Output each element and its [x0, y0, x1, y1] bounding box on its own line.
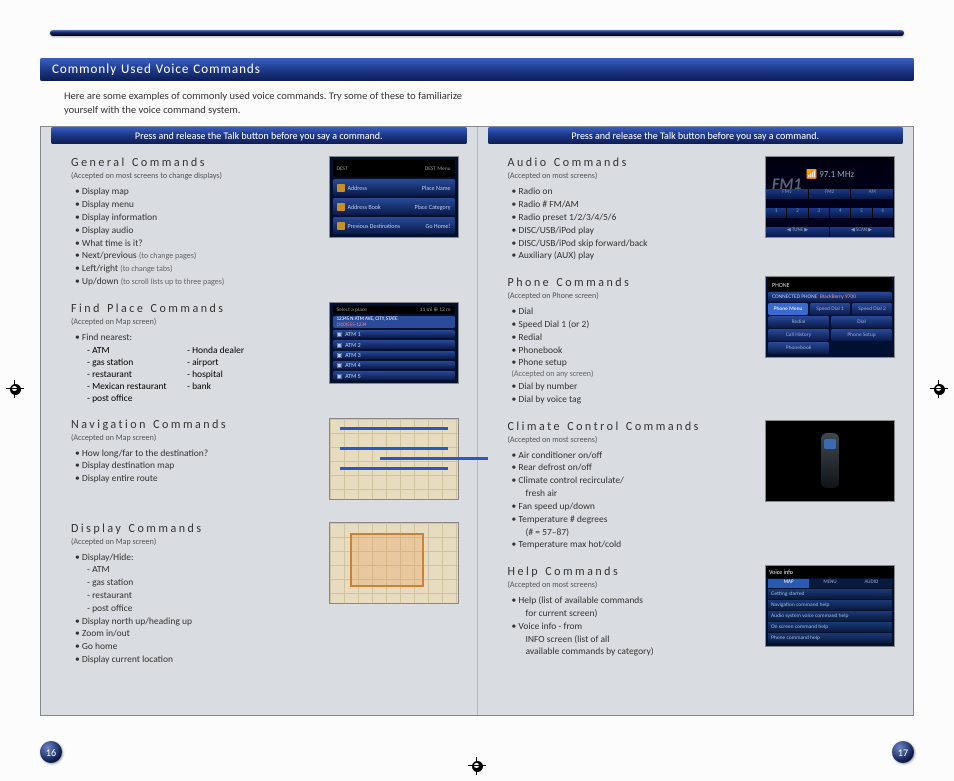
cmd-item: Radio on: [512, 185, 712, 198]
cmd-cont: available commands by category): [512, 645, 712, 658]
sub-item: airport: [187, 356, 287, 368]
find-subgrid: ATM Honda dealer gas station airport res…: [71, 344, 287, 404]
find-list: Find nearest:: [71, 331, 275, 344]
cmd-item: Zoom in/out: [75, 627, 275, 640]
sub-item: Honda dealer: [187, 344, 287, 356]
right-column: Press and release the Talk button before…: [478, 127, 914, 715]
cmd-item: Radio # FM/AM: [512, 198, 712, 211]
nav-list: How long/far to the destination? Display…: [71, 447, 275, 485]
sub-item: ATM: [87, 344, 187, 356]
page-number-right: 17: [892, 741, 914, 763]
help-list: Help (list of available commands for cur…: [508, 594, 712, 658]
cmd-item: Dial: [512, 305, 712, 318]
cmd-item: Radio preset 1/2/3/4/5/6: [512, 211, 712, 224]
sub-item: post office: [75, 602, 275, 615]
cmd-item: Temperature max hot/cold: [512, 538, 712, 551]
sub-item: post office: [87, 392, 187, 404]
disp-list: Display/Hide: ATM gas station restaurant…: [71, 551, 275, 666]
cmd-item: Display entire route: [75, 472, 275, 485]
cmd-cont: (# = 57–87): [512, 526, 712, 539]
section-navigation: Navigation Commands (Accepted on Map scr…: [71, 418, 459, 508]
cmd-item: Next/previous (to change pages): [75, 249, 275, 262]
cmd-item: Redial: [512, 331, 712, 344]
disp-thumb: [329, 522, 459, 604]
remote-icon: [821, 433, 839, 488]
cmd-cont: for current screen): [512, 607, 712, 620]
talk-banner-right: Press and release the Talk button before…: [488, 127, 904, 144]
cmd-item: Up/down (to scroll lists up to three pag…: [75, 275, 275, 288]
sub-item: gas station: [87, 356, 187, 368]
sub-item: bank: [187, 380, 287, 392]
cmd-item: Fan speed up/down: [512, 500, 712, 513]
phone-thumb: PHONE CONNECTED PHONE BlackBerry 9700 Ph…: [765, 276, 895, 358]
section-findplace: Find Place Commands (Accepted on Map scr…: [71, 302, 459, 404]
cmd-item: Display menu: [75, 198, 275, 211]
section-phone: Phone Commands (Accepted on Phone screen…: [508, 276, 896, 405]
general-list: Display map Display menu Display informa…: [71, 185, 275, 288]
page-title-bar: Commonly Used Voice Commands: [40, 58, 914, 81]
registration-mark-icon: [6, 380, 24, 398]
cmd-item: Speed Dial 1 (or 2): [512, 318, 712, 331]
climate-list: Air conditioner on/off Rear defrost on/o…: [508, 449, 712, 552]
cmd-item: How long/far to the destination?: [75, 447, 275, 460]
cmd-item: Display destination map: [75, 459, 275, 472]
cmd-item: Dial by voice tag: [512, 393, 712, 406]
audio-thumb: 📶 97.1 MHz FM1 FM1FM2AM 123456 ◀ TUNE ▶◀…: [765, 156, 895, 238]
cmd-item: Display north up/heading up: [75, 615, 275, 628]
sub-item: gas station: [75, 576, 275, 589]
section-audio: Audio Commands (Accepted on most screens…: [508, 156, 896, 262]
sub-item: restaurant: [87, 368, 187, 380]
cmd-cont: INFO screen (list of all: [512, 633, 712, 646]
left-column: Press and release the Talk button before…: [41, 127, 477, 715]
cmd-item: Dial by number: [512, 380, 712, 393]
climate-thumb: [765, 420, 895, 502]
sub-item: ATM: [75, 563, 275, 576]
phone-list: Dial Speed Dial 1 (or 2) Redial Phoneboo…: [508, 305, 712, 405]
cmd-cont: fresh air: [512, 487, 712, 500]
cmd-item: Display information: [75, 211, 275, 224]
help-thumb: Voice info MAP MENU AUDIO Getting starte…: [765, 565, 895, 647]
cmd-item: Display current location: [75, 653, 275, 666]
cmd-item: Phone setup: [512, 356, 712, 369]
document-page: Commonly Used Voice Commands Here are so…: [0, 0, 954, 781]
page-title: Commonly Used Voice Commands: [52, 62, 261, 77]
registration-mark-icon: [468, 757, 486, 775]
cmd-item: Rear defrost on/off: [512, 461, 712, 474]
cmd-note: (Accepted on any screen): [512, 369, 712, 380]
cmd-item: Display/Hide:: [75, 551, 275, 564]
intro-text: Here are some examples of commonly used …: [64, 89, 484, 116]
cmd-item: Find nearest:: [75, 331, 275, 344]
cmd-item: Help (list of available commands: [512, 594, 712, 607]
nav-thumb: [329, 418, 459, 500]
sub-item: Mexican restaurant: [87, 380, 187, 392]
cmd-item: Voice info - from: [512, 620, 712, 633]
section-general: General Commands (Accepted on most scree…: [71, 156, 459, 288]
cmd-item: Auxiliary (AUX) play: [512, 249, 712, 262]
cmd-item: Left/right (to change tabs): [75, 262, 275, 275]
cmd-item: Air conditioner on/off: [512, 449, 712, 462]
section-display: Display Commands (Accepted on Map screen…: [71, 522, 459, 666]
cmd-item: What time is it?: [75, 237, 275, 250]
cmd-item: Climate control recirculate/: [512, 474, 712, 487]
section-help: Help Commands (Accepted on most screens)…: [508, 565, 896, 658]
cmd-item: Display map: [75, 185, 275, 198]
registration-mark-icon: [930, 380, 948, 398]
cmd-item: Phonebook: [512, 344, 712, 357]
cmd-item: Go home: [75, 640, 275, 653]
sub-item: restaurant: [75, 589, 275, 602]
content-box: Press and release the Talk button before…: [40, 126, 914, 716]
cmd-item: Display audio: [75, 224, 275, 237]
page-number-left: 16: [40, 741, 62, 763]
audio-list: Radio on Radio # FM/AM Radio preset 1/2/…: [508, 185, 712, 262]
top-rule: [50, 30, 904, 36]
general-thumb: DESTDEST Menu AddressPlace Name Address …: [329, 156, 459, 238]
cmd-item: DISC/USB/iPod play: [512, 224, 712, 237]
talk-banner-left: Press and release the Talk button before…: [51, 127, 467, 144]
sub-item: hospital: [187, 368, 287, 380]
section-climate: Climate Control Commands (Accepted on mo…: [508, 420, 896, 552]
cmd-item: Temperature # degrees: [512, 513, 712, 526]
find-thumb: Select a place11 mi ⊕ 12 m 12345 N ATM A…: [329, 302, 459, 384]
cmd-item: DISC/USB/iPod skip forward/back: [512, 237, 712, 250]
